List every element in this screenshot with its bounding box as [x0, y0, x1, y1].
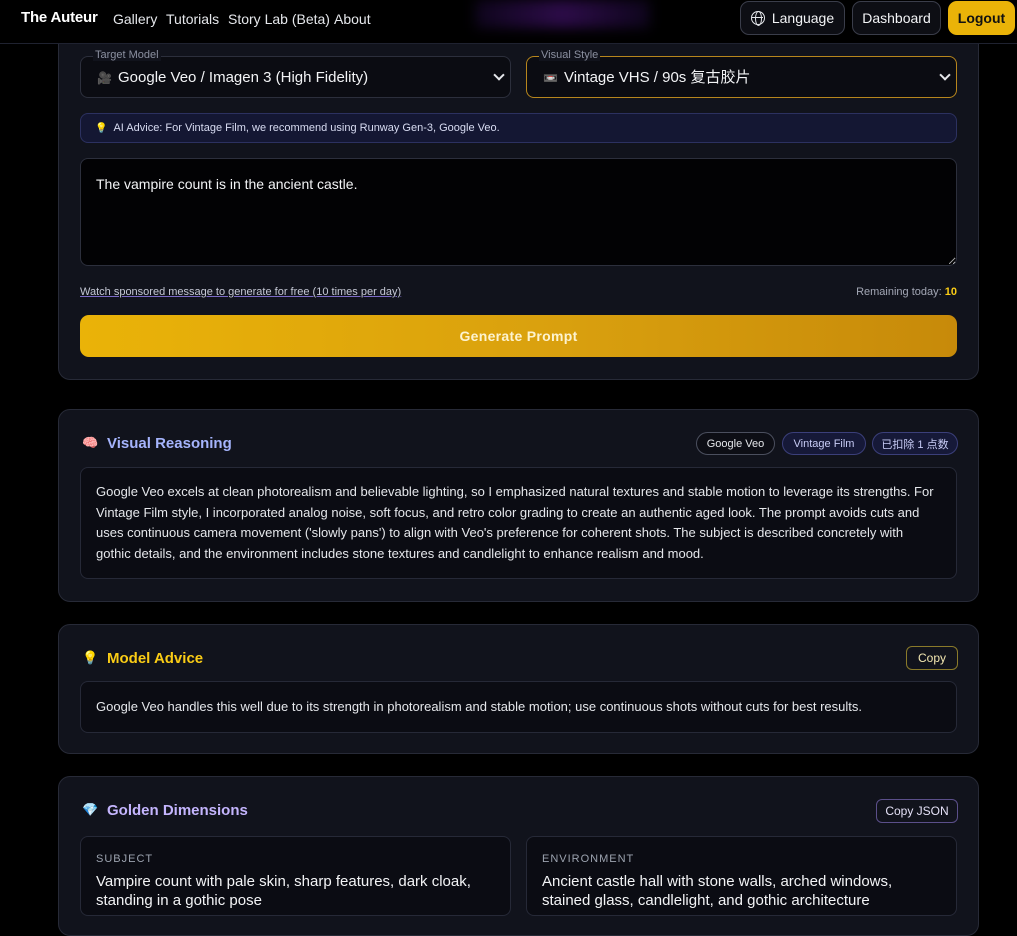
model-advice-title: Model Advice: [107, 650, 204, 667]
ai-advice-banner: 💡 AI Advice: For Vintage Film, we recomm…: [80, 113, 957, 143]
credits-deducted-tag: 已扣除 1 点数: [872, 432, 958, 455]
model-advice-card: 💡 Model Advice Copy Google Veo handles t…: [58, 624, 979, 754]
brand-logo[interactable]: The Auteur: [21, 9, 98, 26]
sponsored-message-link[interactable]: Watch sponsored message to generate for …: [80, 286, 401, 298]
subject-dimension: SUBJECT Vampire count with pale skin, sh…: [80, 836, 511, 916]
logout-button[interactable]: Logout: [948, 1, 1015, 35]
nav-link-about[interactable]: About: [334, 11, 371, 27]
remaining-value: 10: [944, 286, 957, 298]
golden-dimensions-title: Golden Dimensions: [107, 802, 248, 819]
target-model-field[interactable]: Target Model 🎥 Google Veo / Imagen 3 (Hi…: [80, 49, 511, 98]
visual-reasoning-title: Visual Reasoning: [107, 435, 232, 452]
language-label: Language: [771, 10, 835, 26]
lightbulb-icon: 💡: [95, 122, 108, 134]
top-nav: The Auteur Gallery Tutorials Story Lab (…: [0, 0, 1017, 44]
brain-icon: 🧠: [82, 435, 99, 450]
model-advice-body: Google Veo handles this well due to its …: [80, 681, 957, 733]
globe-icon: [750, 11, 765, 26]
copy-advice-button[interactable]: Copy: [906, 646, 958, 670]
style-tag: Vintage Film: [782, 432, 866, 455]
remaining-label: Remaining today:: [856, 286, 942, 298]
remaining-counter: Remaining today: 10: [856, 286, 957, 298]
ai-advice-text: AI Advice: For Vintage Film, we recommen…: [113, 122, 500, 134]
environment-label: ENVIRONMENT: [542, 853, 635, 865]
lightbulb-icon: 💡: [82, 650, 99, 665]
generate-prompt-button[interactable]: Generate Prompt: [80, 315, 957, 357]
visual-reasoning-card: 🧠 Visual Reasoning Google Veo Vintage Fi…: [58, 409, 979, 602]
gem-icon: 💎: [82, 802, 99, 817]
nav-link-gallery[interactable]: Gallery: [113, 11, 157, 27]
golden-dimensions-card: 💎 Golden Dimensions Copy JSON SUBJECT Va…: [58, 776, 979, 936]
environment-value: Ancient castle hall with stone walls, ar…: [542, 873, 893, 909]
copy-json-button[interactable]: Copy JSON: [876, 799, 958, 823]
target-model-select[interactable]: Google Veo / Imagen 3 (High Fidelity): [81, 57, 510, 97]
dashboard-button[interactable]: Dashboard: [852, 1, 941, 35]
model-tag: Google Veo: [696, 432, 775, 455]
visual-style-field[interactable]: Visual Style 📼 Vintage VHS / 90s 复古胶片: [526, 49, 957, 98]
visual-reasoning-body: Google Veo excels at clean photorealism …: [80, 467, 957, 579]
generator-card: Target Model 🎥 Google Veo / Imagen 3 (Hi…: [58, 44, 979, 380]
prompt-input[interactable]: The vampire count is in the ancient cast…: [80, 158, 957, 266]
nav-banner-glow: [475, 0, 650, 28]
subject-label: SUBJECT: [96, 853, 154, 865]
nav-link-story-lab[interactable]: Story Lab (Beta): [228, 11, 330, 27]
subject-value: Vampire count with pale skin, sharp feat…: [96, 873, 471, 909]
environment-dimension: ENVIRONMENT Ancient castle hall with sto…: [526, 836, 957, 916]
visual-style-select[interactable]: Vintage VHS / 90s 复古胶片: [527, 57, 956, 97]
language-button[interactable]: Language: [740, 1, 845, 35]
nav-link-tutorials[interactable]: Tutorials: [166, 11, 219, 27]
